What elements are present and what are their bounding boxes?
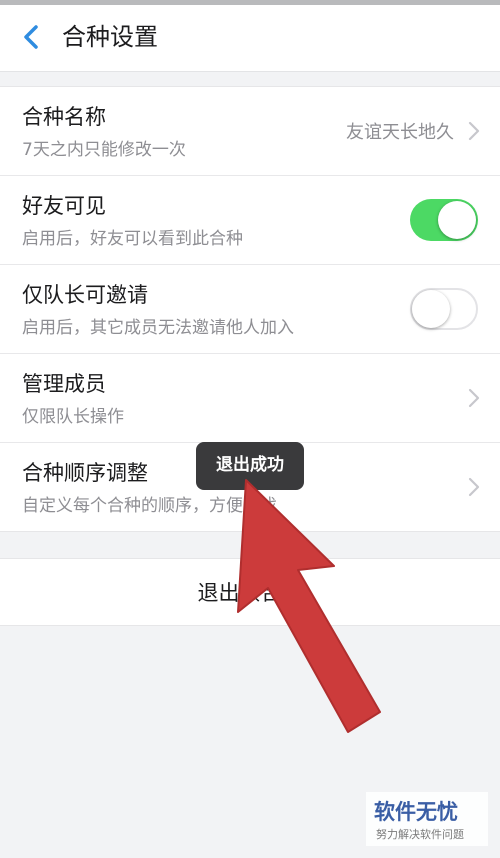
chevron-right-icon (468, 121, 480, 141)
toggle-knob (438, 201, 476, 239)
row-manage-members[interactable]: 管理成员 仅限队长操作 (0, 354, 500, 443)
watermark-title: 软件无忧 (374, 800, 458, 824)
row-friends-visible: 好友可见 启用后，好友可以看到此合种 (0, 176, 500, 265)
row-subtitle: 7天之内只能修改一次 (22, 140, 186, 160)
row-subtitle: 启用后，好友可以看到此合种 (22, 229, 243, 249)
row-title: 好友可见 (22, 194, 106, 218)
toast-message: 退出成功 (196, 442, 304, 490)
exit-button-label: 退出该合种 (197, 581, 303, 605)
toggle-knob (412, 290, 450, 328)
friends-visible-toggle[interactable] (410, 199, 478, 241)
row-title: 合种名称 (22, 105, 106, 129)
captain-invite-toggle[interactable] (410, 288, 478, 330)
row-plant-name[interactable]: 合种名称 7天之内只能修改一次 友谊天长地久 (0, 87, 500, 176)
row-subtitle: 启用后，其它成员无法邀请他人加入 (22, 318, 294, 338)
row-title: 合种顺序调整 (22, 461, 148, 485)
page-title: 合种设置 (62, 23, 158, 51)
back-arrow-icon[interactable] (14, 19, 50, 55)
navigation-bar: 合种设置 (0, 5, 500, 72)
chevron-right-icon (468, 477, 480, 497)
row-subtitle: 仅限队长操作 (22, 407, 124, 427)
row-captain-invite-only: 仅队长可邀请 启用后，其它成员无法邀请他人加入 (0, 265, 500, 354)
row-title: 仅队长可邀请 (22, 283, 148, 307)
chevron-right-icon (468, 388, 480, 408)
plant-name-value: 友谊天长地久 (346, 122, 454, 143)
exit-plant-button[interactable]: 退出该合种 (0, 558, 500, 626)
watermark-logo: 软件无忧 努力解决软件问题 (366, 792, 488, 846)
row-subtitle: 自定义每个合种的顺序，方便查找 (22, 496, 277, 516)
row-title: 管理成员 (22, 372, 106, 396)
watermark-subtitle: 努力解决软件问题 (376, 828, 464, 841)
